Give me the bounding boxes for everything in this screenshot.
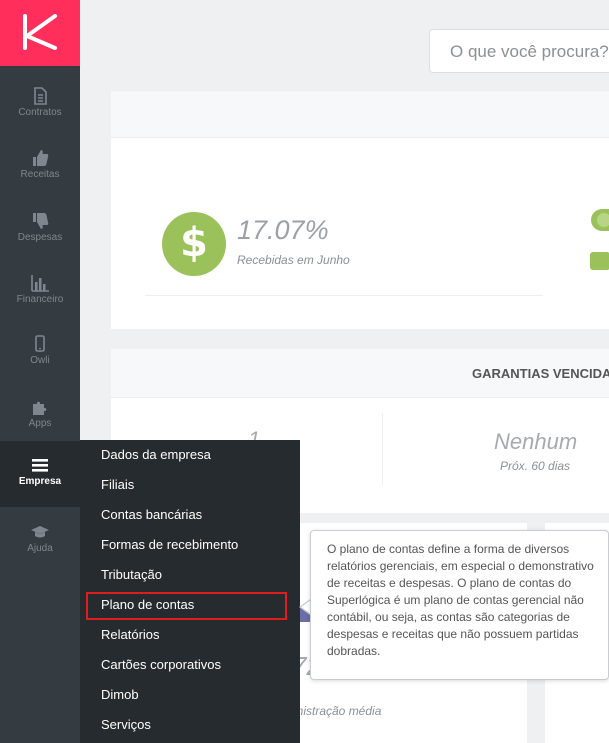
legend-swatch (590, 252, 609, 270)
submenu-item-formas-de-recebimento[interactable]: Formas de recebimento (101, 530, 238, 560)
thumbs-up-icon (33, 150, 49, 166)
highlight-box (86, 592, 287, 620)
sidebar-item-contratos[interactable]: Contratos (0, 72, 80, 135)
card-header (111, 91, 609, 138)
submenu-item-dimob[interactable]: Dimob (101, 680, 139, 710)
search-placeholder: O que você procura? (450, 42, 609, 61)
mobile-icon (35, 335, 45, 352)
sidebar-item-despesas[interactable]: Despesas (0, 197, 80, 260)
divider (145, 295, 543, 296)
divider (382, 413, 383, 485)
sidebar-item-receitas[interactable]: Receitas (0, 134, 80, 197)
menu-icon (32, 459, 48, 472)
submenu-item-contas-bancarias[interactable]: Contas bancárias (101, 500, 202, 530)
sidebar-item-apps[interactable]: Apps (0, 383, 80, 446)
k-logo-icon (23, 14, 57, 50)
thumbs-down-icon (33, 213, 49, 229)
toggle-switch[interactable] (591, 209, 609, 231)
sidebar: Contratos Receitas Despesas Financeiro O… (0, 0, 80, 743)
search-input[interactable]: O que você procura? (429, 29, 609, 73)
app-logo[interactable] (0, 0, 80, 66)
stat-label: Próx. 60 dias (500, 459, 571, 473)
tooltip-text: O plano de contas define a forma de dive… (327, 542, 594, 658)
submenu-item-tributacao[interactable]: Tributação (101, 560, 162, 590)
sidebar-item-label: Receitas (20, 169, 60, 180)
plano-de-contas-tooltip: O plano de contas define a forma de dive… (310, 530, 609, 680)
received-percent: 17.07% (237, 215, 329, 245)
bar-chart-icon (31, 275, 49, 292)
card-header: GARANTIAS VENCIDAS (111, 349, 609, 398)
dollar-icon: $ (162, 212, 226, 276)
sidebar-item-label: Despesas (17, 232, 63, 243)
receipts-card: $ 17.07% Recebidas em Junho (111, 91, 609, 329)
graduation-cap-icon (31, 526, 49, 538)
stat-value-nenhum: Nenhum (494, 429, 578, 454)
sidebar-item-ajuda[interactable]: Ajuda (0, 508, 80, 571)
puzzle-icon (33, 401, 47, 415)
sidebar-item-label: Financeiro (16, 294, 64, 305)
sidebar-item-label: Apps (28, 418, 52, 429)
submenu-item-servicos[interactable]: Serviços (101, 710, 151, 740)
tooltip-arrow (299, 599, 311, 615)
received-percent-label: Recebidas em Junho (237, 253, 350, 267)
sidebar-item-financeiro[interactable]: Financeiro (0, 259, 80, 322)
sidebar-item-label: Empresa (18, 476, 62, 487)
submenu-item-dados-da-empresa[interactable]: Dados da empresa (101, 440, 211, 470)
sidebar-item-empresa[interactable]: Empresa (0, 441, 80, 507)
submenu-item-relatorios[interactable]: Relatórios (101, 620, 160, 650)
sidebar-item-owli[interactable]: Owli (0, 320, 80, 383)
card-title: GARANTIAS VENCIDAS (472, 366, 609, 381)
sidebar-item-label: Contratos (18, 107, 62, 118)
sidebar-item-label: Ajuda (27, 543, 53, 554)
submenu-item-filiais[interactable]: Filiais (101, 470, 134, 500)
document-icon (34, 87, 47, 105)
submenu-item-cartoes-corporativos[interactable]: Cartões corporativos (101, 650, 221, 680)
sidebar-item-label: Owli (30, 355, 50, 366)
